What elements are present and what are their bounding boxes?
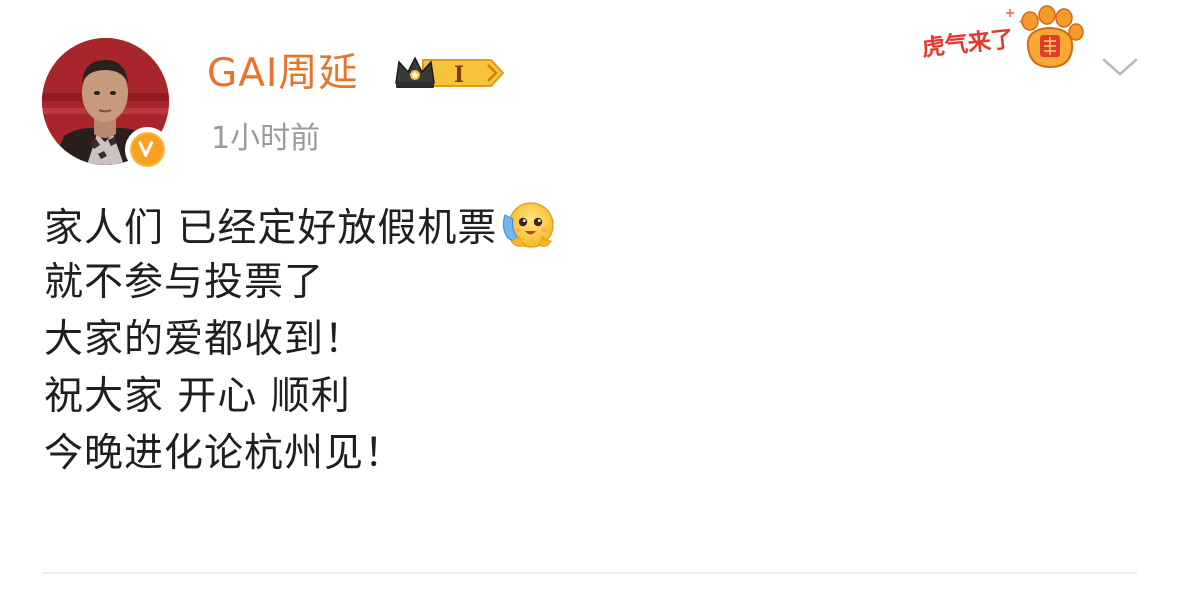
post-line: 大家的爱都收到！ — [44, 317, 365, 362]
post-line: 今晚进化论杭州见！ — [44, 431, 405, 476]
divider — [42, 572, 1137, 574]
post-line: 就不参与投票了 — [44, 260, 325, 305]
member-level-text: I — [454, 62, 464, 88]
post-line: 祝大家 开心 顺利 — [44, 374, 351, 419]
verified-badge — [125, 127, 170, 172]
verified-v-icon — [138, 141, 154, 157]
post-line: 家人们 已经定好放假机票 — [44, 197, 557, 254]
sticker-text: 虎气来了 — [921, 25, 1015, 61]
chevron-down-icon[interactable] — [1101, 55, 1139, 79]
crown-member-icon[interactable]: I — [393, 53, 508, 93]
post-line-text: 家人们 已经定好放假机票 — [44, 206, 498, 251]
author-name[interactable]: GAI周延 — [207, 50, 358, 98]
post-content: 家人们 已经定好放假机票 就不参与投票了 大家的爱都收到！ 祝大家 开心 顺利 … — [44, 197, 557, 482]
hug-emoji-icon — [503, 202, 555, 248]
weibo-post: GAI周延 I 1小时前 虎气来了 虎气来了 家人们 已经定好放假机票 就不参与… — [0, 0, 1179, 603]
post-timestamp: 1小时前 — [211, 121, 321, 156]
tiger-paw-sticker: 虎气来了 虎气来了 — [918, 5, 1084, 69]
